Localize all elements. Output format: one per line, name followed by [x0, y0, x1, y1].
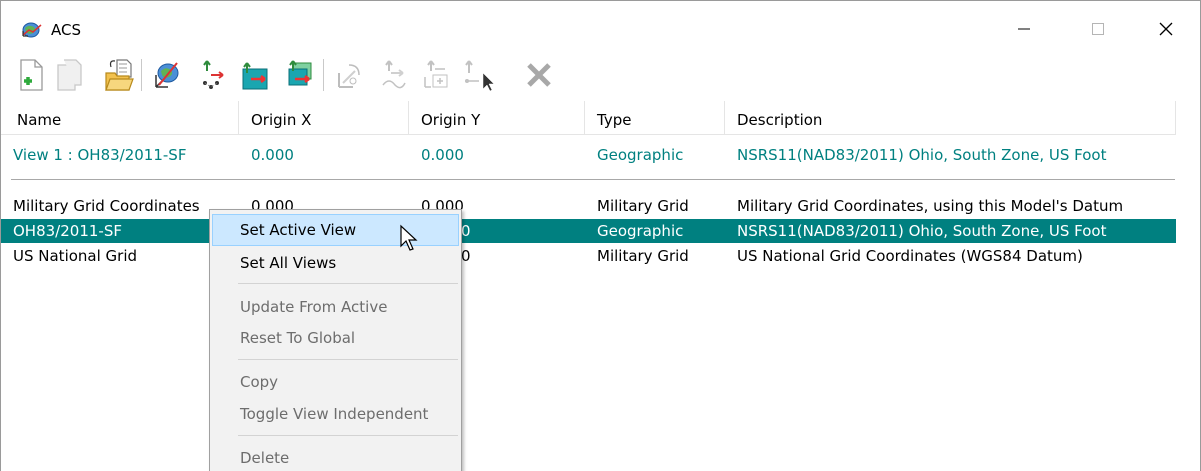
- define-acs-by-points-button[interactable]: [193, 53, 233, 97]
- close-icon: [1159, 22, 1173, 36]
- identify-cursor-icon: [465, 60, 495, 92]
- window-title: ACS: [51, 21, 81, 39]
- identify-acs-button[interactable]: [459, 53, 499, 97]
- menu-separator: [238, 283, 458, 284]
- cell-description: NSRS11(NAD83/2011) Ohio, South Zone, US …: [737, 146, 1107, 164]
- minimize-icon: [1018, 28, 1030, 30]
- set-all-views-icon: [288, 60, 312, 86]
- cell-description: NSRS11(NAD83/2011) Ohio, South Zone, US …: [737, 222, 1107, 240]
- menu-item-toggle-view-independent[interactable]: Toggle View Independent: [212, 398, 459, 430]
- cell-type: Military Grid: [597, 247, 689, 265]
- cell-name: OH83/2011-SF: [13, 222, 122, 240]
- maximize-icon: [1092, 23, 1104, 35]
- cell-description: US National Grid Coordinates (WGS84 Datu…: [737, 247, 1083, 265]
- cell-origin-y: 0: [461, 247, 471, 265]
- move-acs-button[interactable]: [373, 53, 413, 97]
- title-bar[interactable]: ACS: [1, 1, 1200, 51]
- cell-name: View 1 : OH83/2011-SF: [13, 146, 187, 164]
- cell-type: Geographic: [597, 222, 684, 240]
- toolbar-separator: [323, 59, 324, 91]
- menu-item-update-from-active[interactable]: Update From Active: [212, 291, 459, 323]
- points-axes-icon: [203, 60, 224, 89]
- select-axes-icon: [424, 60, 448, 88]
- copy-acs-button[interactable]: [49, 53, 89, 97]
- globe-axes-icon: [155, 62, 179, 88]
- cell-origin-y: 0: [461, 222, 471, 240]
- cell-name: US National Grid: [13, 247, 138, 265]
- cell-description: Military Grid Coordinates, using this Mo…: [737, 197, 1124, 215]
- open-acs-button[interactable]: [99, 53, 139, 97]
- table-row[interactable]: Military Grid Coordinates 0.000 0.000 Mi…: [1, 194, 1176, 218]
- list-divider: [11, 179, 1175, 180]
- cell-name: Military Grid Coordinates: [13, 197, 200, 215]
- set-all-views-button[interactable]: [279, 53, 319, 97]
- menu-separator: [238, 435, 458, 436]
- folder-open-icon: [105, 59, 134, 91]
- define-acs-by-element-button[interactable]: [147, 53, 187, 97]
- copy-icon: [57, 59, 82, 91]
- menu-item-reset-to-global[interactable]: Reset To Global: [212, 322, 459, 354]
- list-header: Name Origin X Origin Y Type Description: [1, 101, 1176, 135]
- cell-type: Geographic: [597, 146, 684, 164]
- set-view-icon: [242, 62, 268, 90]
- toolbar: [1, 51, 1200, 101]
- delete-x-icon: [527, 63, 551, 87]
- table-row[interactable]: US National Grid 0 Military Grid US Nati…: [1, 244, 1176, 268]
- delete-acs-button[interactable]: [519, 53, 559, 97]
- acs-dialog: ACS Name Origin X Origin Y Type Descript…: [0, 0, 1201, 471]
- cell-origin-y: 0.000: [421, 146, 464, 164]
- rotate-acs-button[interactable]: [329, 53, 369, 97]
- new-acs-button[interactable]: [11, 53, 51, 97]
- rotate-axes-icon: [338, 64, 360, 88]
- column-header-origin-x[interactable]: Origin X: [239, 101, 409, 135]
- acs-list[interactable]: Name Origin X Origin Y Type Description …: [1, 101, 1200, 471]
- move-axes-icon: [382, 60, 406, 89]
- maximize-button[interactable]: [1075, 9, 1121, 49]
- acs-globe-icon: [21, 21, 43, 39]
- minimize-button[interactable]: [1001, 9, 1047, 49]
- cell-type: Military Grid: [597, 197, 689, 215]
- toolbar-separator: [141, 59, 142, 91]
- table-row-selected[interactable]: OH83/2011-SF 0 Geographic NSRS11(NAD83/2…: [1, 219, 1176, 243]
- close-button[interactable]: [1143, 9, 1189, 49]
- menu-item-copy[interactable]: Copy: [212, 366, 459, 398]
- menu-item-delete[interactable]: Delete: [212, 442, 459, 471]
- new-document-plus-icon: [20, 59, 43, 91]
- cell-origin-x: 0.000: [251, 146, 294, 164]
- column-header-name[interactable]: Name: [7, 101, 239, 135]
- column-header-description[interactable]: Description: [725, 101, 1176, 135]
- active-view-row[interactable]: View 1 : OH83/2011-SF 0.000 0.000 Geogra…: [1, 143, 1176, 167]
- select-acs-button[interactable]: [417, 53, 457, 97]
- context-menu: Set Active View Set All Views Update Fro…: [209, 209, 462, 471]
- mouse-pointer-icon: [400, 224, 418, 251]
- menu-separator: [238, 359, 458, 360]
- set-view-button[interactable]: [235, 53, 275, 97]
- column-header-type[interactable]: Type: [585, 101, 725, 135]
- column-header-origin-y[interactable]: Origin Y: [409, 101, 585, 135]
